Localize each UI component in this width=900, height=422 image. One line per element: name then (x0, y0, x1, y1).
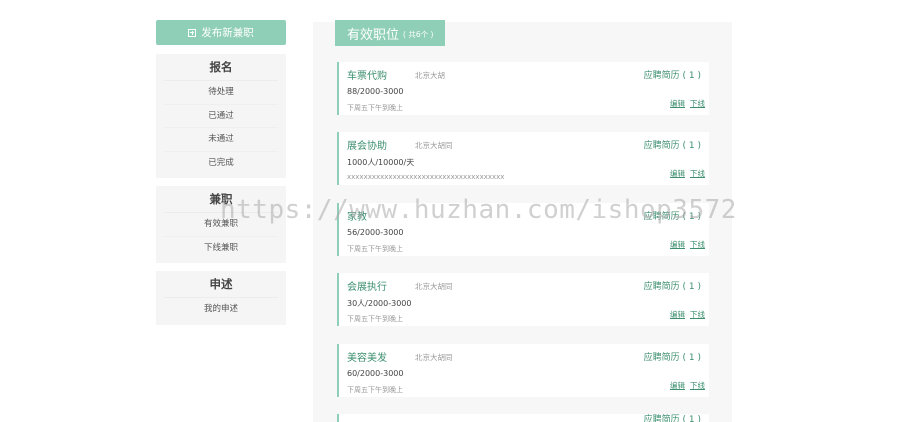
publish-job-label: 发布新兼职 (201, 27, 254, 39)
edit-link[interactable]: 编辑 (670, 380, 685, 391)
job-actions: 编辑 下线 (670, 98, 705, 109)
menu-title-signup: 报名 (164, 54, 278, 81)
main-panel: 有效职位 ( 共6个 ) 车票代购 北京大胡 88/2000-3000 下周五下… (313, 20, 732, 422)
edit-link[interactable]: 编辑 (670, 98, 685, 109)
job-title[interactable]: 车票代购 (347, 67, 387, 82)
job-card: 家教 56/2000-3000 下周五下午到晚上 应聘简历 ( 1 ) 编辑 下… (337, 203, 709, 256)
job-title[interactable]: 会展执行 (347, 278, 387, 293)
job-description: xxxxxxxxxxxxxxxxxxxxxxxxxxxxxxxxxxxxxx (347, 173, 505, 181)
job-location: 北京大胡 (415, 71, 445, 80)
tab-count: ( 共6个 ) (403, 30, 434, 39)
publish-job-button[interactable]: 发布新兼职 (156, 20, 286, 45)
job-detail: 1000人/10000/天 (347, 158, 415, 167)
tab-active-jobs[interactable]: 有效职位 ( 共6个 ) (335, 20, 446, 46)
offline-link[interactable]: 下线 (690, 380, 705, 391)
menu-item-offline-jobs[interactable]: 下线兼职 (164, 237, 278, 260)
job-actions: 编辑 下线 (670, 168, 705, 179)
offline-link[interactable]: 下线 (690, 98, 705, 109)
job-card: 车票代购 北京大胡 88/2000-3000 下周五下午到晚上 应聘简历 ( 1… (337, 62, 709, 115)
menu-group-parttime: 兼职 有效兼职 下线兼职 (156, 186, 286, 263)
menu-group-signup: 报名 待处理 已通过 未通过 已完成 (156, 54, 286, 178)
job-location: 北京大胡同 (415, 353, 453, 362)
job-actions: 编辑 下线 (670, 239, 705, 250)
job-location: 北京大胡同 (415, 141, 453, 150)
plus-square-icon (188, 28, 197, 37)
job-applications-link[interactable]: 应聘简历 ( 1 ) (644, 209, 701, 222)
job-description: 下周五下午到晚上 (347, 315, 403, 323)
job-detail: 56/2000-3000 (347, 228, 404, 237)
menu-group-appeal: 申述 我的申述 (156, 271, 286, 325)
job-card: 应聘简历 ( 1 ) (337, 414, 709, 422)
job-title[interactable]: 美容美发 (347, 349, 387, 364)
edit-link[interactable]: 编辑 (670, 239, 685, 250)
tab-title: 有效职位 (347, 27, 400, 43)
menu-title-appeal: 申述 (164, 271, 278, 298)
job-applications-link[interactable]: 应聘简历 ( 1 ) (644, 350, 701, 363)
edit-link[interactable]: 编辑 (670, 168, 685, 179)
menu-item-my-appeals[interactable]: 我的申述 (164, 298, 278, 321)
menu-item-completed[interactable]: 已完成 (164, 152, 278, 175)
job-title[interactable]: 展会协助 (347, 137, 387, 152)
menu-title-parttime: 兼职 (164, 186, 278, 213)
offline-link[interactable]: 下线 (690, 168, 705, 179)
menu-item-rejected[interactable]: 未通过 (164, 128, 278, 152)
job-card: 会展执行 北京大胡同 30人/2000-3000 下周五下午到晚上 应聘简历 (… (337, 273, 709, 326)
job-actions: 编辑 下线 (670, 380, 705, 391)
job-applications-link[interactable]: 应聘简历 ( 1 ) (644, 68, 701, 81)
job-card: 展会协助 北京大胡同 1000人/10000/天 xxxxxxxxxxxxxxx… (337, 132, 709, 185)
job-actions: 编辑 下线 (670, 309, 705, 320)
job-detail: 30人/2000-3000 (347, 299, 412, 308)
job-applications-link[interactable]: 应聘简历 ( 1 ) (644, 414, 701, 422)
job-title[interactable]: 家教 (347, 208, 367, 223)
edit-link[interactable]: 编辑 (670, 309, 685, 320)
menu-item-approved[interactable]: 已通过 (164, 105, 278, 128)
job-card: 美容美发 北京大胡同 60/2000-3000 下周五下午到晚上 应聘简历 ( … (337, 344, 709, 397)
offline-link[interactable]: 下线 (690, 239, 705, 250)
job-detail: 60/2000-3000 (347, 369, 404, 378)
menu-item-pending[interactable]: 待处理 (164, 81, 278, 105)
job-location: 北京大胡同 (415, 282, 453, 291)
job-applications-link[interactable]: 应聘简历 ( 1 ) (644, 279, 701, 292)
job-detail: 88/2000-3000 (347, 87, 404, 96)
offline-link[interactable]: 下线 (690, 309, 705, 320)
menu-item-active-jobs[interactable]: 有效兼职 (164, 213, 278, 237)
job-description: 下周五下午到晚上 (347, 104, 403, 112)
job-description: 下周五下午到晚上 (347, 245, 403, 253)
job-description: 下周五下午到晚上 (347, 386, 403, 394)
sidebar: 发布新兼职 报名 待处理 已通过 未通过 已完成 兼职 有效兼职 下线兼职 申述… (156, 20, 286, 325)
job-applications-link[interactable]: 应聘简历 ( 1 ) (644, 138, 701, 151)
